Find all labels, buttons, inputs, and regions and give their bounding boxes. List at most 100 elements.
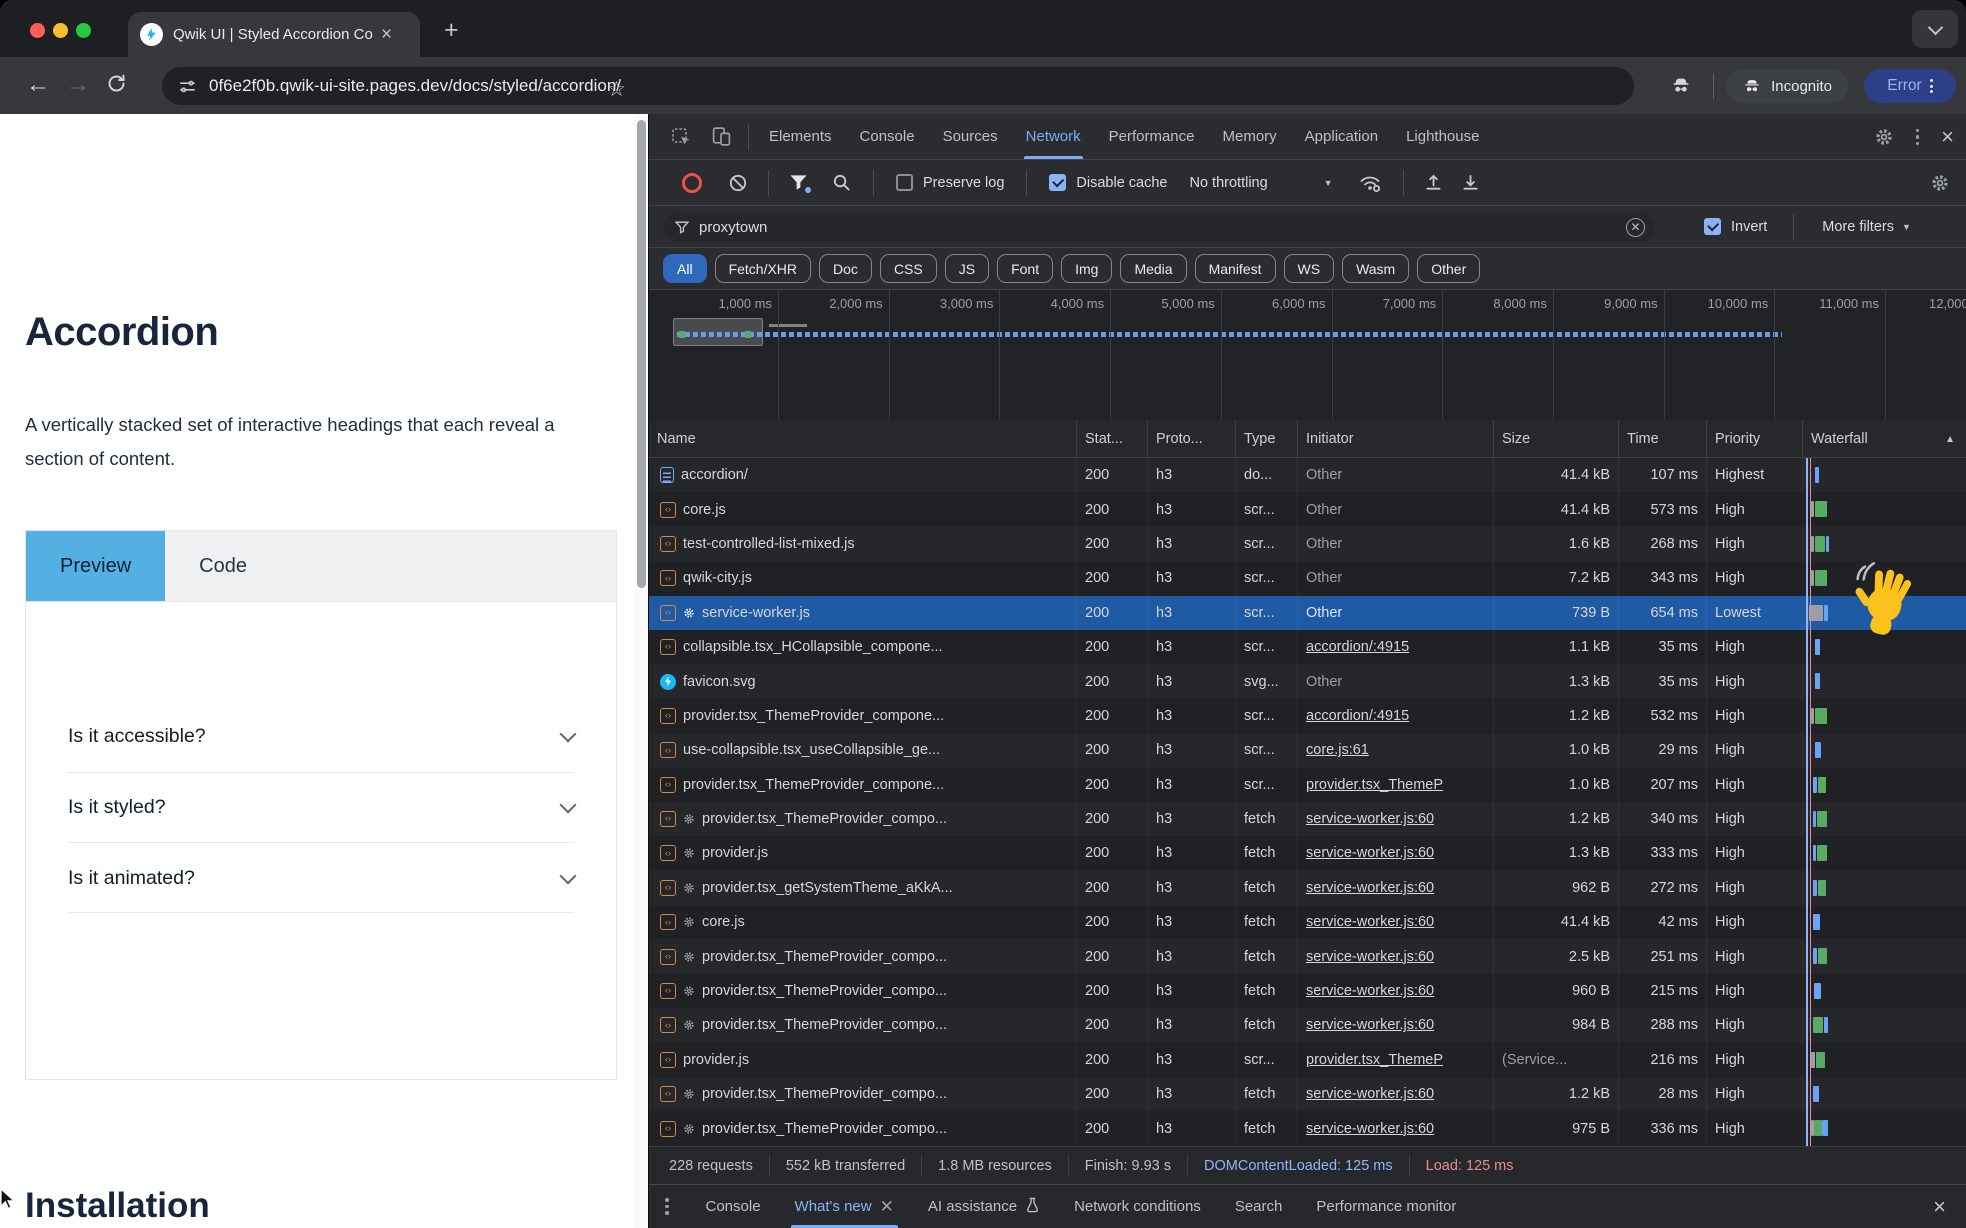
- request-initiator[interactable]: service-worker.js:60: [1298, 1008, 1494, 1042]
- drawer-tab-networkconditions[interactable]: Network conditions: [1074, 1185, 1201, 1228]
- window-zoom-button[interactable]: [76, 23, 91, 38]
- initiator-link[interactable]: service-worker.js:60: [1306, 983, 1434, 999]
- request-initiator[interactable]: service-worker.js:60: [1298, 836, 1494, 870]
- filter-chip-js[interactable]: JS: [945, 254, 989, 283]
- filter-chip-manifest[interactable]: Manifest: [1195, 254, 1276, 283]
- reload-button[interactable]: [106, 73, 127, 101]
- initiator-link[interactable]: service-worker.js:60: [1306, 811, 1434, 827]
- search-icon[interactable]: [832, 173, 851, 192]
- request-initiator[interactable]: service-worker.js:60: [1298, 802, 1494, 836]
- export-har-icon[interactable]: [1461, 173, 1480, 192]
- initiator-link[interactable]: accordion/:4915: [1306, 708, 1409, 724]
- column-header-initiator[interactable]: Initiator: [1298, 420, 1494, 458]
- filter-chip-wasm[interactable]: Wasm: [1342, 254, 1409, 283]
- initiator-link[interactable]: accordion/:4915: [1306, 639, 1409, 655]
- address-bar[interactable]: 0f6e2f0b.qwik-ui-site.pages.dev/docs/sty…: [162, 67, 1634, 105]
- filter-chip-other[interactable]: Other: [1417, 254, 1480, 283]
- more-filters-button[interactable]: More filters: [1822, 219, 1894, 235]
- table-row[interactable]: ‹›use-collapsible.tsx_useCollapsible_ge.…: [649, 733, 1966, 767]
- bookmark-star-icon[interactable]: ☆: [607, 79, 626, 100]
- table-row[interactable]: ‹›provider.tsx_ThemeProvider_compo...200…: [649, 974, 1966, 1008]
- drawer-tab-whatsnew[interactable]: What's new✕: [795, 1185, 894, 1228]
- request-initiator[interactable]: core.js:61: [1298, 733, 1494, 767]
- request-initiator[interactable]: accordion/:4915: [1298, 630, 1494, 664]
- devtools-menu-icon[interactable]: [1916, 129, 1920, 146]
- profile-button[interactable]: Error: [1864, 69, 1956, 103]
- table-row[interactable]: ‹›qwik-city.js200h3scr...Other7.2 kB343 …: [649, 561, 1966, 595]
- request-initiator[interactable]: provider.tsx_ThemeP: [1298, 1043, 1494, 1077]
- import-har-icon[interactable]: [1424, 173, 1443, 192]
- request-initiator[interactable]: service-worker.js:60: [1298, 905, 1494, 939]
- filter-chip-doc[interactable]: Doc: [819, 254, 872, 283]
- column-header-waterfall[interactable]: Waterfall▲: [1803, 420, 1966, 458]
- devtools-tab-lighthouse[interactable]: Lighthouse: [1404, 114, 1481, 159]
- table-row[interactable]: ‹›provider.tsx_ThemeProvider_compone...2…: [649, 768, 1966, 802]
- table-row[interactable]: ‹›provider.tsx_ThemeProvider_compo...200…: [649, 802, 1966, 836]
- initiator-link[interactable]: provider.tsx_ThemeP: [1306, 1052, 1443, 1068]
- drawer-tab-performancemonitor[interactable]: Performance monitor: [1316, 1185, 1456, 1228]
- page-scrollbar-thumb[interactable]: [637, 120, 646, 588]
- network-conditions-icon[interactable]: [1359, 173, 1381, 193]
- request-initiator[interactable]: service-worker.js:60: [1298, 1111, 1494, 1145]
- initiator-link[interactable]: service-worker.js:60: [1306, 1086, 1434, 1102]
- throttling-select[interactable]: No throttling: [1189, 175, 1267, 191]
- column-header-name[interactable]: Name: [649, 420, 1077, 458]
- table-row[interactable]: ‹›provider.tsx_ThemeProvider_compo...200…: [649, 1008, 1966, 1042]
- table-row[interactable]: ‹›core.js200h3scr...Other41.4 kB573 msHi…: [649, 492, 1966, 526]
- network-settings-icon[interactable]: [1930, 173, 1950, 193]
- devtools-close-icon[interactable]: ×: [1941, 126, 1954, 148]
- new-tab-button[interactable]: +: [444, 18, 459, 43]
- request-initiator[interactable]: service-worker.js:60: [1298, 939, 1494, 973]
- clear-network-log-icon[interactable]: [728, 173, 748, 193]
- filter-icon[interactable]: [789, 174, 808, 191]
- initiator-link[interactable]: service-worker.js:60: [1306, 845, 1434, 861]
- device-toolbar-icon[interactable]: [711, 126, 732, 147]
- accordion-trigger[interactable]: Is it accessible?: [68, 716, 574, 756]
- initiator-link[interactable]: service-worker.js:60: [1306, 1121, 1434, 1137]
- filter-chip-media[interactable]: Media: [1120, 254, 1186, 283]
- table-row[interactable]: ‹›core.js200h3fetchservice-worker.js:604…: [649, 905, 1966, 939]
- devtools-tab-memory[interactable]: Memory: [1221, 114, 1279, 159]
- back-button[interactable]: ←: [26, 71, 50, 99]
- column-header-proto[interactable]: Proto...: [1148, 420, 1236, 458]
- tab-search-button[interactable]: [1912, 10, 1958, 48]
- extension-incognito-icon[interactable]: [1670, 75, 1692, 97]
- column-header-time[interactable]: Time: [1619, 420, 1707, 458]
- filter-chip-fetchxhr[interactable]: Fetch/XHR: [715, 254, 811, 283]
- initiator-link[interactable]: service-worker.js:60: [1306, 1017, 1434, 1033]
- table-row[interactable]: favicon.svg200h3svg...Other1.3 kB35 msHi…: [649, 664, 1966, 698]
- record-button[interactable]: [682, 173, 702, 193]
- table-row[interactable]: ‹›test-controlled-list-mixed.js200h3scr.…: [649, 527, 1966, 561]
- drawer-close-icon[interactable]: ×: [1933, 1196, 1946, 1218]
- accordion-trigger[interactable]: Is it animated?: [68, 858, 574, 898]
- request-initiator[interactable]: service-worker.js:60: [1298, 1077, 1494, 1111]
- forward-button[interactable]: →: [66, 71, 90, 99]
- inspect-element-icon[interactable]: [671, 127, 691, 147]
- column-header-type[interactable]: Type: [1236, 420, 1298, 458]
- table-row[interactable]: accordion/200h3do...Other41.4 kB107 msHi…: [649, 458, 1966, 492]
- browser-tab[interactable]: Qwik UI | Styled Accordion Co ×: [128, 12, 420, 57]
- devtools-tab-performance[interactable]: Performance: [1107, 114, 1197, 159]
- disable-cache-checkbox[interactable]: [1049, 174, 1066, 191]
- devtools-tab-elements[interactable]: Elements: [767, 114, 834, 159]
- drawer-tab-search[interactable]: Search: [1235, 1185, 1283, 1228]
- tab-code[interactable]: Code: [165, 531, 281, 601]
- drawer-tab-aiassistance[interactable]: AI assistance: [928, 1185, 1040, 1228]
- initiator-link[interactable]: provider.tsx_ThemeP: [1306, 777, 1443, 793]
- table-row[interactable]: ‹›provider.js200h3fetchservice-worker.js…: [649, 836, 1966, 870]
- devtools-tab-application[interactable]: Application: [1303, 114, 1380, 159]
- filter-chip-css[interactable]: CSS: [880, 254, 937, 283]
- column-header-stat[interactable]: Stat...: [1077, 420, 1148, 458]
- window-close-button[interactable]: [30, 23, 45, 38]
- table-row[interactable]: ‹›provider.tsx_ThemeProvider_compone...2…: [649, 699, 1966, 733]
- preserve-log-checkbox[interactable]: [896, 174, 913, 191]
- table-row[interactable]: ‹›provider.tsx_getSystemTheme_aKkA...200…: [649, 871, 1966, 905]
- drawer-menu-icon[interactable]: [665, 1198, 669, 1215]
- initiator-link[interactable]: core.js:61: [1306, 742, 1369, 758]
- tab-preview[interactable]: Preview: [26, 531, 165, 601]
- page-scrollbar[interactable]: [634, 114, 648, 1228]
- site-info-icon[interactable]: [178, 77, 197, 96]
- tab-close-icon[interactable]: ×: [381, 25, 392, 44]
- table-row[interactable]: ‹›provider.tsx_ThemeProvider_compo...200…: [649, 939, 1966, 973]
- drawer-tab-close-icon[interactable]: ✕: [880, 1197, 894, 1217]
